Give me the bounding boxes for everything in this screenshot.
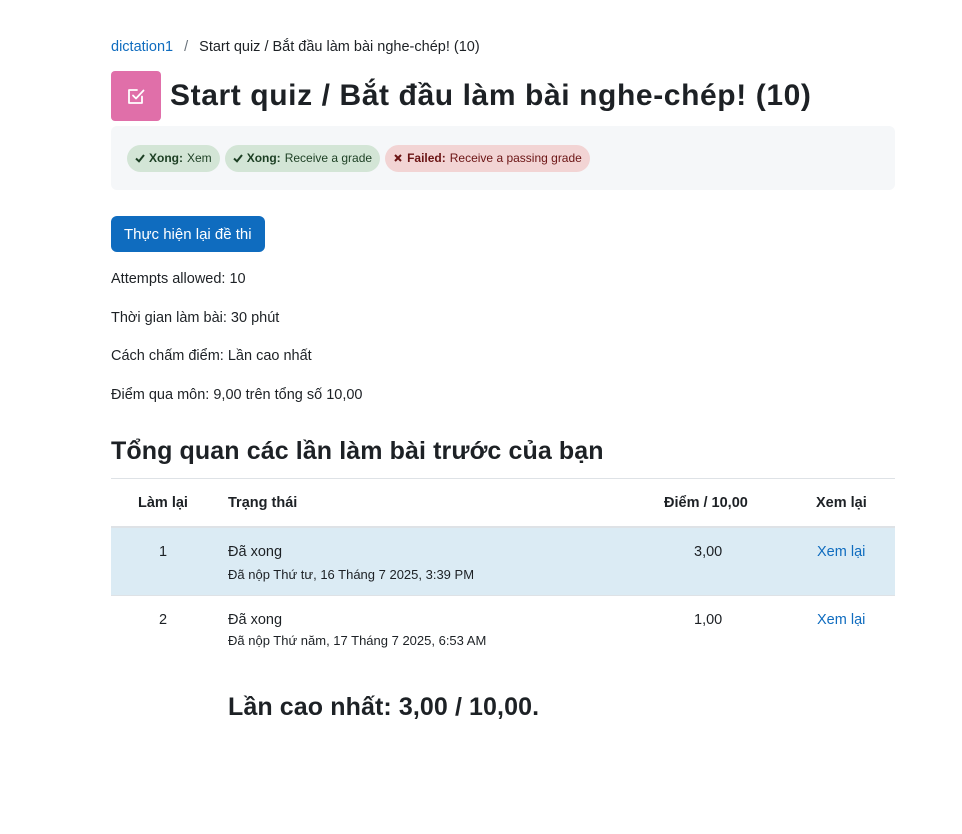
attempt-number: 2 [159,612,168,628]
attempt-submitted-date: Đã nộp Thứ tư, 16 Tháng 7 2025, 3:39 PM [228,567,475,582]
attempt-submitted-date: Đã nộp Thứ năm, 17 Tháng 7 2025, 6:53 AM [228,633,487,648]
completion-text: Receive a grade [284,151,373,165]
check-icon [233,154,243,163]
highest-grade-summary: Lần cao nhất: 3,00 / 10,00. [228,693,540,721]
check-icon [135,154,145,163]
attempt-grade: 1,00 [694,612,723,628]
time-limit: Thời gian làm bài: 30 phút [111,310,280,326]
completion-status: Xong: [246,151,281,165]
completion-badge-view: Xong: Xem [127,144,220,172]
attempt-status: Đã xong [228,612,283,628]
grading-method: Cách chấm điểm: Lần cao nhất [111,348,312,364]
breadcrumb-link-course[interactable]: dictation1 [111,39,173,55]
attempts-table: Làm lại Trạng thái Điểm / 10,00 Xem lại … [111,478,895,663]
table-row: 2 Đã xong Đã nộp Thứ năm, 17 Tháng 7 202… [111,596,895,663]
completion-text: Xem [187,151,212,165]
completion-status: Failed: [407,151,446,165]
breadcrumb-current: Start quiz / Bắt đầu làm bài nghe-chép! … [199,39,480,55]
table-header-row: Làm lại Trạng thái Điểm / 10,00 Xem lại [111,479,895,528]
review-link[interactable]: Xem lại [817,544,865,560]
review-link[interactable]: Xem lại [817,612,865,628]
completion-status: Xong: [149,151,183,165]
attempt-status: Đã xong [228,544,283,560]
table-row: 1 Đã xong Đã nộp Thứ tư, 16 Tháng 7 2025… [111,528,895,596]
page-title: Start quiz / Bắt đầu làm bài nghe-chép! … [170,79,812,112]
page-header: Start quiz / Bắt đầu làm bài nghe-chép! … [111,71,811,121]
column-header-attempt: Làm lại [138,495,188,511]
attempts-summary-heading: Tổng quan các lần làm bài trước của bạn [111,437,604,465]
quiz-check-icon [111,71,161,121]
completion-badge-grade: Xong: Receive a grade [224,144,381,172]
close-icon [394,154,402,162]
completion-text: Receive a passing grade [449,151,582,165]
column-header-review: Xem lại [816,495,867,511]
completion-requirements: Xong: Xem Xong: Receive a grade Failed: … [111,126,895,190]
breadcrumb-separator: / [184,39,189,55]
attempt-number: 1 [159,544,168,560]
column-header-grade: Điểm / 10,00 [664,495,748,511]
attempt-grade: 3,00 [694,544,723,560]
reattempt-quiz-button[interactable]: Thực hiện lại đề thi [111,216,265,252]
attempts-allowed: Attempts allowed: 10 [111,271,246,287]
breadcrumb: dictation1 / Start quiz / Bắt đầu làm bà… [111,39,480,55]
column-header-status: Trạng thái [228,495,298,511]
completion-badge-passing-grade: Failed: Receive a passing grade [385,144,590,172]
passing-grade: Điểm qua môn: 9,00 trên tổng số 10,00 [111,387,363,403]
